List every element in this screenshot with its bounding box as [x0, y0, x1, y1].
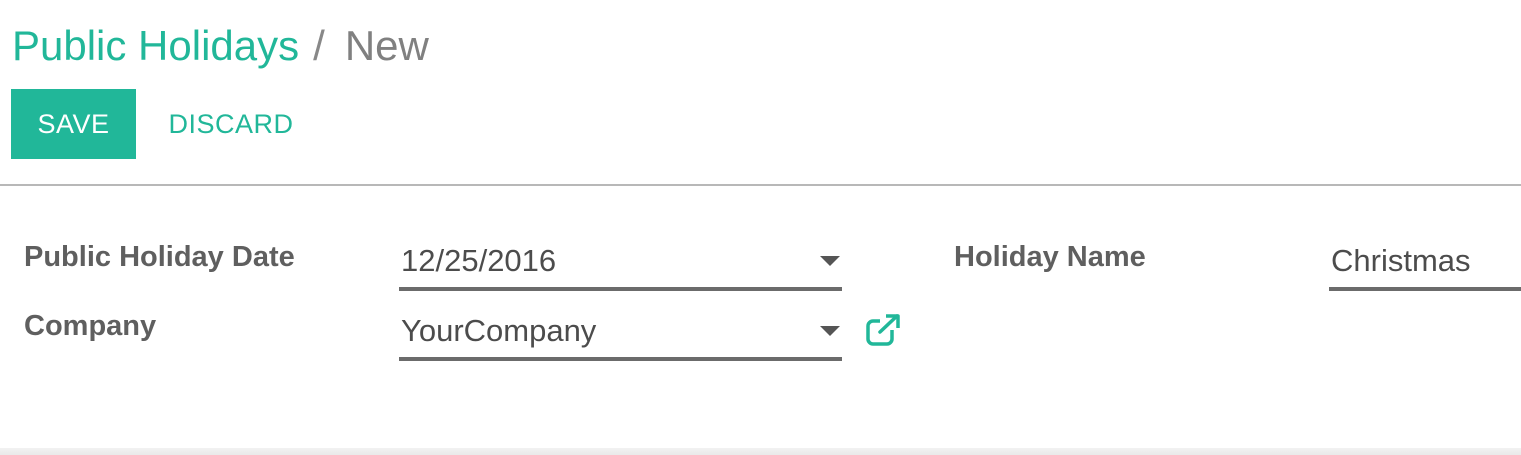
- public-holiday-date-input[interactable]: 12/25/2016: [399, 240, 842, 291]
- caret-down-icon[interactable]: [820, 256, 840, 266]
- company-input[interactable]: YourCompany: [399, 310, 842, 361]
- save-button[interactable]: SAVE: [11, 89, 136, 159]
- holiday-name-input[interactable]: Christmas: [1329, 240, 1521, 291]
- breadcrumb-separator: /: [313, 22, 325, 69]
- breadcrumb-current: New: [344, 22, 429, 69]
- public-holiday-date-label: Public Holiday Date: [24, 241, 295, 273]
- holiday-name-value: Christmas: [1331, 243, 1471, 278]
- discard-button[interactable]: DISCARD: [150, 89, 312, 159]
- public-holiday-date-value: 12/25/2016: [401, 243, 557, 278]
- form-bottom-edge: [0, 448, 1521, 455]
- company-label: Company: [24, 310, 157, 342]
- control-panel: Public Holidays / New SAVE DISCARD: [0, 0, 1521, 186]
- breadcrumb: Public Holidays / New: [12, 20, 429, 72]
- holiday-name-label: Holiday Name: [954, 241, 1146, 273]
- breadcrumb-public-holidays[interactable]: Public Holidays: [12, 22, 299, 69]
- form-sheet: Public Holiday Date 12/25/2016 Company Y…: [0, 188, 1521, 450]
- external-link-icon[interactable]: [866, 314, 900, 346]
- caret-down-icon[interactable]: [820, 326, 840, 336]
- company-value: YourCompany: [401, 313, 597, 348]
